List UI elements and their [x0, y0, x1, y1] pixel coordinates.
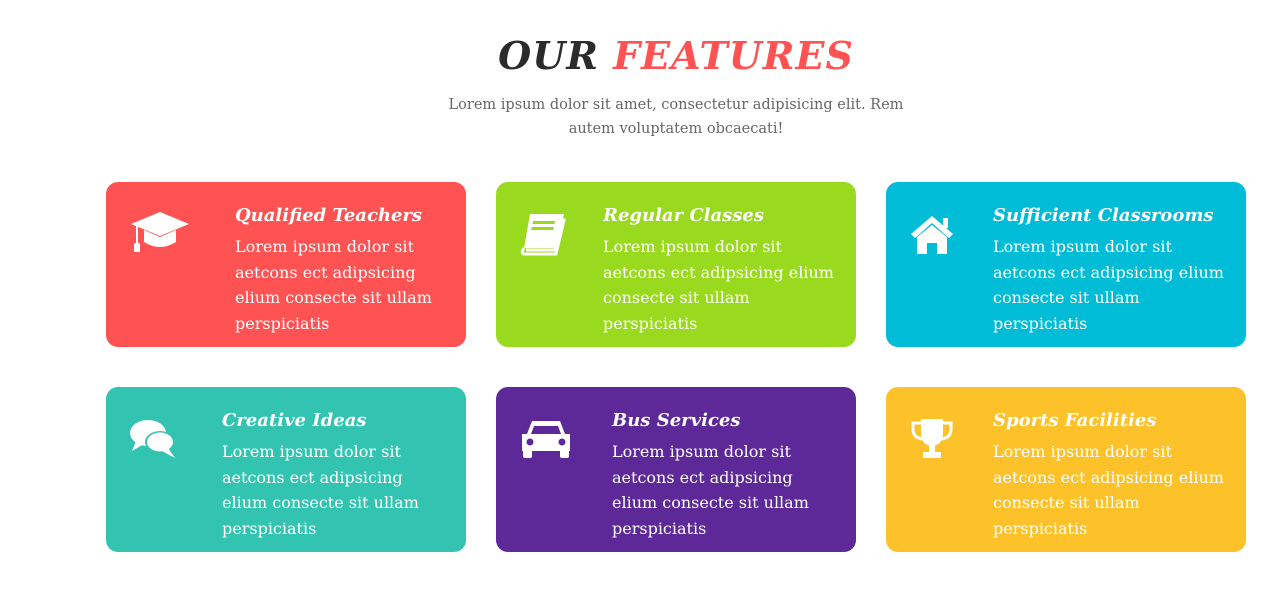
section-title: OUR FEATURES	[0, 30, 1284, 82]
feature-text: Creative Ideas Lorem ipsum dolor sit aet…	[222, 405, 452, 541]
feature-title: Bus Services	[612, 410, 741, 431]
feature-description: Lorem ipsum dolor sit aetcons ect adipsi…	[993, 442, 1224, 538]
feature-description: Lorem ipsum dolor sit aetcons ect adipsi…	[603, 237, 834, 333]
feature-card-regular-classes: Regular Classes Lorem ipsum dolor sit ae…	[496, 182, 856, 347]
trophy-icon	[910, 417, 972, 465]
feature-description: Lorem ipsum dolor sit aetcons ect adipsi…	[993, 237, 1224, 333]
feature-title: Creative Ideas	[222, 410, 367, 431]
feature-title: Qualified Teachers	[235, 205, 423, 226]
feature-card-bus-services: Bus Services Lorem ipsum dolor sit aetco…	[496, 387, 856, 552]
section-title-part2: FEATURES	[613, 33, 854, 78]
feature-description: Lorem ipsum dolor sit aetcons ect adipsi…	[222, 442, 419, 538]
feature-title: Regular Classes	[603, 205, 765, 226]
features-section: OUR FEATURES Lorem ipsum dolor sit amet,…	[0, 0, 1284, 591]
home-icon	[910, 212, 972, 260]
feature-card-sufficient-classrooms: Sufficient Classrooms Lorem ipsum dolor …	[886, 182, 1246, 347]
feature-text: Bus Services Lorem ipsum dolor sit aetco…	[612, 405, 842, 541]
book-icon	[520, 212, 582, 260]
feature-text: Sufficient Classrooms Lorem ipsum dolor …	[993, 200, 1232, 336]
comments-icon	[130, 417, 192, 465]
feature-card-qualified-teachers: Qualified Teachers Lorem ipsum dolor sit…	[106, 182, 466, 347]
section-subtitle: Lorem ipsum dolor sit amet, consectetur …	[448, 97, 904, 137]
car-icon	[520, 417, 582, 465]
feature-title: Sports Facilities	[993, 410, 1157, 431]
feature-text: Qualified Teachers Lorem ipsum dolor sit…	[235, 200, 452, 336]
feature-description: Lorem ipsum dolor sit aetcons ect adipsi…	[612, 442, 809, 538]
section-title-part1: OUR	[498, 33, 599, 78]
feature-card-creative-ideas: Creative Ideas Lorem ipsum dolor sit aet…	[106, 387, 466, 552]
graduation-cap-icon	[130, 212, 192, 260]
feature-text: Regular Classes Lorem ipsum dolor sit ae…	[603, 200, 842, 336]
feature-card-sports-facilities: Sports Facilities Lorem ipsum dolor sit …	[886, 387, 1246, 552]
feature-title: Sufficient Classrooms	[993, 205, 1214, 226]
feature-text: Sports Facilities Lorem ipsum dolor sit …	[993, 405, 1232, 541]
feature-description: Lorem ipsum dolor sit aetcons ect adipsi…	[235, 237, 432, 333]
